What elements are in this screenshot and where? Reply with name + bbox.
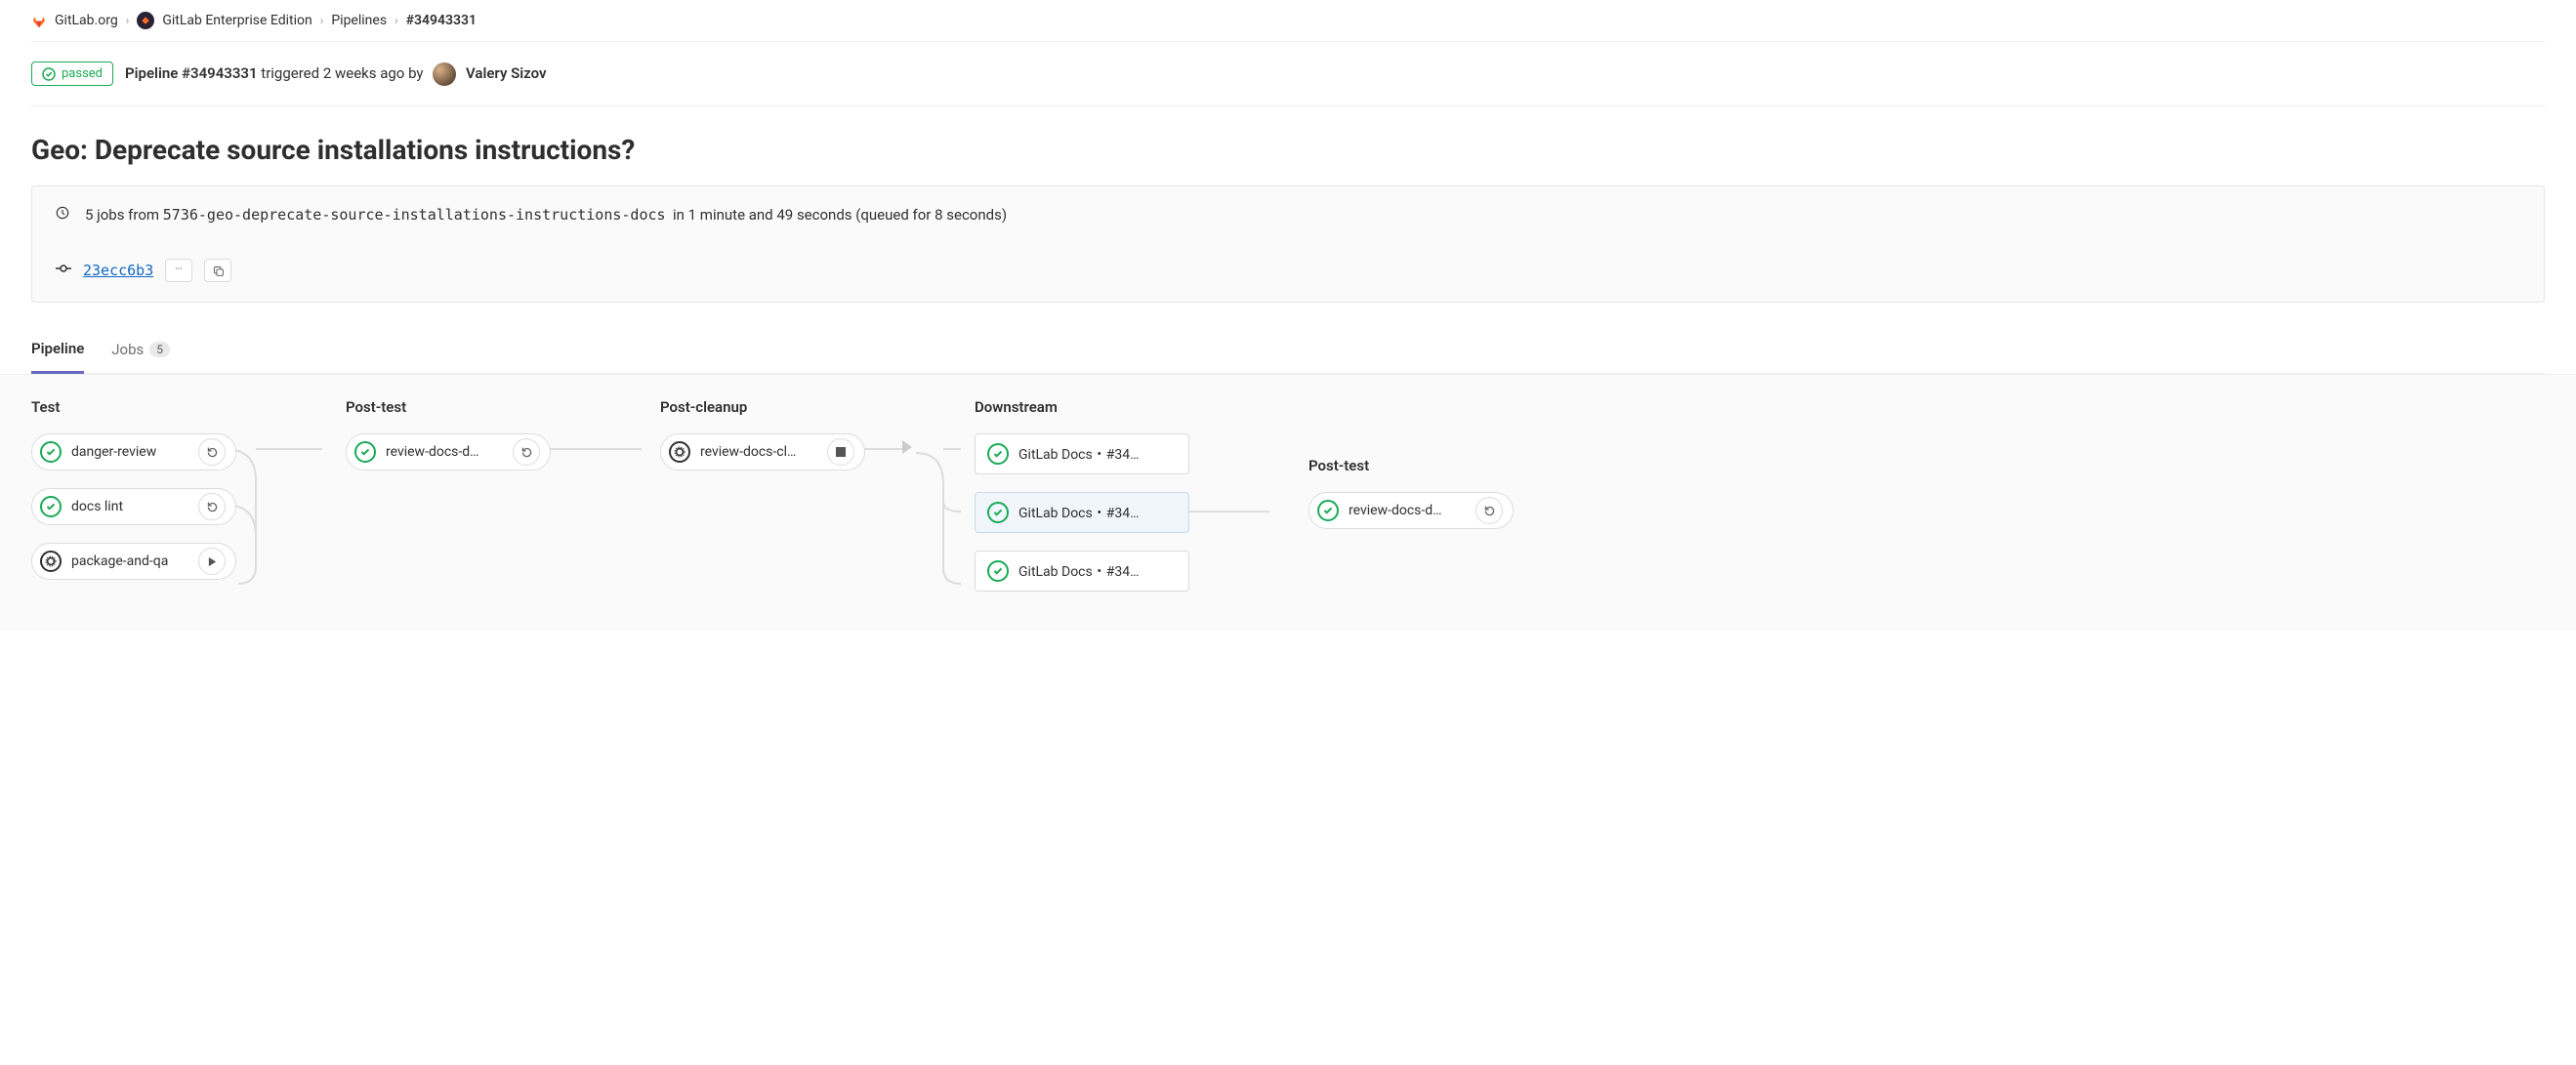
- clock-icon: [56, 206, 69, 224]
- info-box: 5 jobs from 5736-geo-deprecate-source-in…: [31, 185, 2545, 303]
- header-row: passed Pipeline #34943331 triggered 2 we…: [31, 42, 2545, 106]
- retry-button[interactable]: [198, 438, 226, 466]
- jobs-count-badge: 5: [149, 342, 170, 357]
- jobs-summary: 5 jobs from 5736-geo-deprecate-source-in…: [85, 206, 1007, 224]
- gitlab-logo-icon: [31, 13, 47, 28]
- job-danger-review[interactable]: danger-review: [31, 433, 236, 471]
- project-avatar-icon: [137, 12, 154, 29]
- tabs: Pipeline Jobs 5: [31, 326, 2545, 374]
- stage-title: Test: [31, 398, 236, 416]
- check-circle-icon: [42, 67, 56, 81]
- job-review-docs-deploy[interactable]: review-docs-d…: [346, 433, 551, 471]
- status-success-icon: [40, 496, 62, 517]
- status-label: passed: [62, 66, 103, 81]
- status-success-icon: [40, 441, 62, 463]
- stage-title: Downstream: [975, 398, 1199, 416]
- stage-title: Post-test: [1309, 457, 1514, 474]
- breadcrumb: GitLab.org › GitLab Enterprise Edition ›…: [31, 0, 2545, 42]
- copy-icon: [212, 265, 225, 277]
- downstream-job-3[interactable]: GitLab Docs・#34…: [975, 551, 1189, 592]
- chevron-right-icon: ›: [395, 14, 398, 27]
- commit-hash-link[interactable]: 23ecc6b3: [83, 262, 153, 279]
- stage-post-test: Post-test review-docs-d…: [346, 398, 551, 471]
- pipeline-trigger-text: Pipeline #34943331 triggered 2 weeks ago…: [125, 62, 547, 86]
- stage-title: Post-test: [346, 398, 551, 416]
- stage-test: Test danger-review docs lint package-and…: [31, 398, 236, 580]
- status-success-icon: [1317, 500, 1339, 521]
- pipeline-graph: Test danger-review docs lint package-and…: [0, 374, 2576, 631]
- job-review-docs-cleanup[interactable]: review-docs-cl…: [660, 433, 865, 471]
- retry-button[interactable]: [198, 493, 226, 520]
- stage-title: Post-cleanup: [660, 398, 865, 416]
- status-manual-icon: [40, 551, 62, 572]
- ellipsis-icon: [172, 266, 186, 274]
- more-options-button[interactable]: [165, 259, 192, 282]
- job-package-and-qa[interactable]: package-and-qa: [31, 543, 236, 580]
- breadcrumb-org[interactable]: GitLab.org: [55, 13, 118, 28]
- breadcrumb-project[interactable]: GitLab Enterprise Edition: [162, 13, 312, 28]
- breadcrumb-section[interactable]: Pipelines: [331, 13, 387, 28]
- trigger-user[interactable]: Valery Sizov: [466, 63, 547, 81]
- tab-pipeline[interactable]: Pipeline: [31, 326, 84, 374]
- stage-post-cleanup: Post-cleanup review-docs-cl…: [660, 398, 865, 471]
- breadcrumb-id: #34943331: [406, 13, 477, 28]
- stage-downstream: Downstream GitLab Docs・#34… GitLab Docs・…: [975, 398, 1199, 592]
- downstream-job-1[interactable]: GitLab Docs・#34…: [975, 433, 1189, 474]
- job-downstream-review-docs[interactable]: review-docs-d…: [1309, 492, 1514, 529]
- status-success-icon: [987, 443, 1009, 465]
- retry-button[interactable]: [513, 438, 540, 466]
- chevron-right-icon: ›: [320, 14, 324, 27]
- commit-icon: [56, 261, 71, 280]
- play-button[interactable]: [198, 548, 226, 575]
- chevron-right-icon: ›: [126, 14, 130, 27]
- status-manual-icon: [669, 441, 690, 463]
- job-docs-lint[interactable]: docs lint: [31, 488, 236, 525]
- tab-jobs[interactable]: Jobs 5: [111, 326, 170, 373]
- user-avatar-icon[interactable]: [433, 62, 456, 86]
- stage-downstream-posttest: Post-test review-docs-d…: [1309, 457, 1514, 529]
- retry-icon: [206, 446, 219, 459]
- retry-icon: [206, 501, 219, 513]
- page-title: Geo: Deprecate source installations inst…: [31, 106, 2545, 185]
- retry-icon: [1483, 505, 1496, 517]
- retry-icon: [520, 446, 533, 459]
- pipeline-status-badge[interactable]: passed: [31, 61, 113, 86]
- copy-button[interactable]: [204, 259, 231, 282]
- downstream-job-2[interactable]: GitLab Docs・#34…: [975, 492, 1189, 533]
- status-success-icon: [987, 502, 1009, 523]
- status-success-icon: [987, 560, 1009, 582]
- retry-button[interactable]: [1475, 497, 1503, 524]
- status-success-icon: [354, 441, 376, 463]
- triangle-right-icon: [902, 440, 914, 458]
- stop-button[interactable]: [827, 438, 854, 466]
- stop-icon: [836, 447, 846, 457]
- play-icon: [207, 556, 218, 567]
